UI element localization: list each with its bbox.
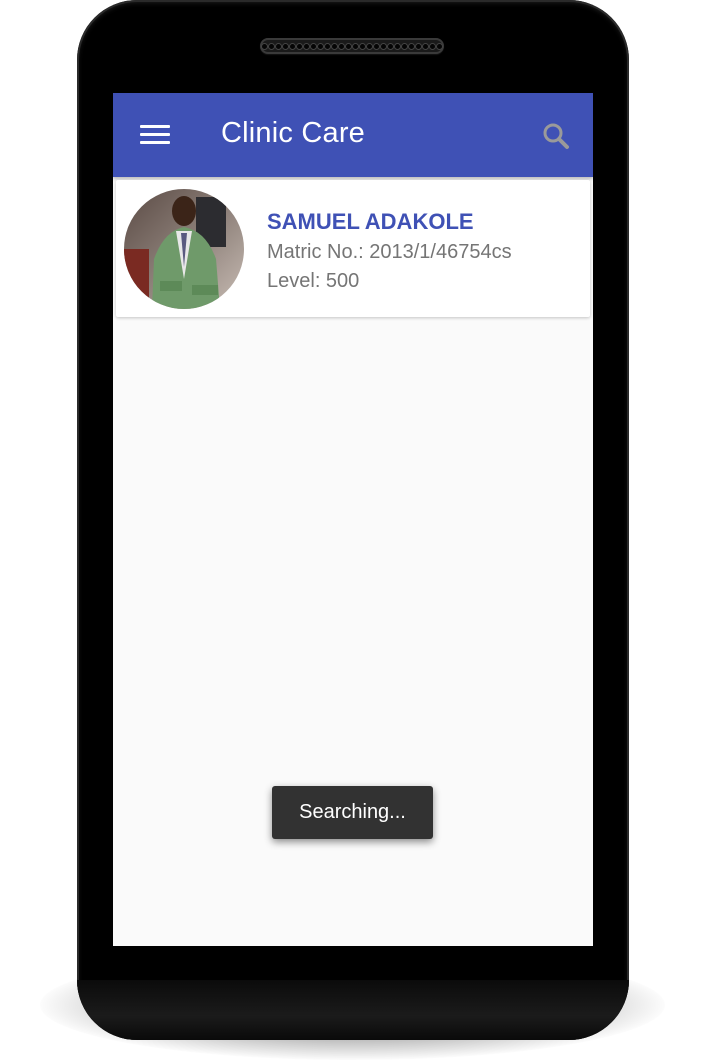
student-matric-number: Matric No.: 2013/1/46754cs <box>267 241 512 263</box>
menu-icon[interactable] <box>140 125 170 145</box>
student-card[interactable]: SAMUEL ADAKOLE Matric No.: 2013/1/46754c… <box>116 180 590 317</box>
search-icon[interactable] <box>541 121 571 151</box>
device-mockup: Clinic Care SAMUEL ADAKOLE Matric No.: 2… <box>0 0 705 1064</box>
speaker-grille <box>260 38 444 54</box>
student-name: SAMUEL ADAKOLE <box>267 209 474 234</box>
app-title: Clinic Care <box>221 117 366 149</box>
phone-frame: Clinic Care SAMUEL ADAKOLE Matric No.: 2… <box>77 0 629 1040</box>
searching-toast: Searching... <box>272 786 433 839</box>
phone-chin <box>77 980 629 1040</box>
app-screen: Clinic Care SAMUEL ADAKOLE Matric No.: 2… <box>113 93 593 946</box>
app-bar: Clinic Care <box>113 93 593 177</box>
student-level: Level: 500 <box>267 270 360 292</box>
avatar <box>124 189 244 309</box>
